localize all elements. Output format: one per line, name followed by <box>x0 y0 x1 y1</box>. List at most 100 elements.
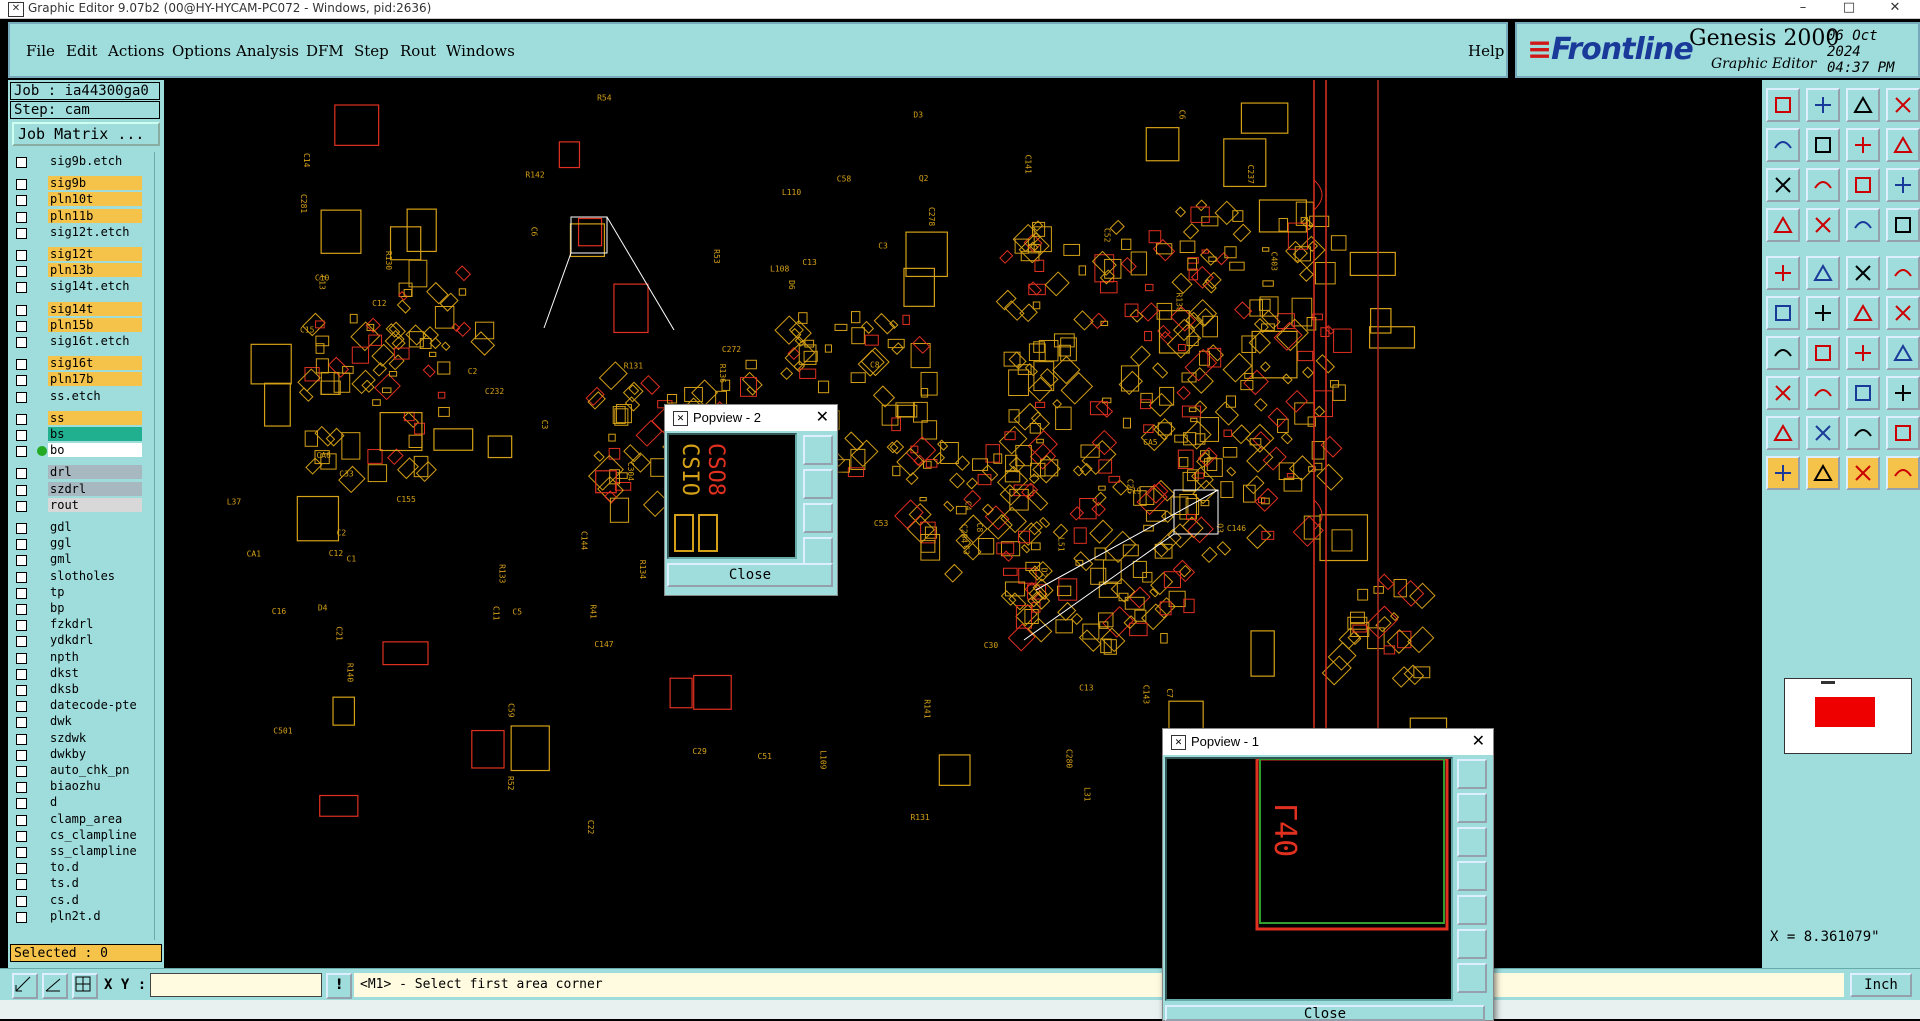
layer-checkbox[interactable] <box>16 320 27 332</box>
popview-1-move-button[interactable] <box>1457 963 1487 993</box>
tool-chip-button[interactable] <box>1886 208 1920 242</box>
layer-checkbox[interactable] <box>16 227 27 239</box>
layer-row[interactable]: ss_clampline <box>10 844 144 859</box>
layer-name[interactable]: sig14t.etch <box>48 279 142 294</box>
layer-name[interactable]: cs.d <box>48 892 142 907</box>
graphic-canvas[interactable]: C21 C13 C12 C13 C26 C29 C30 C33 CA1 CA5 CA6 C14 C11 C… <box>164 80 1762 968</box>
layer-checkbox[interactable] <box>16 620 27 632</box>
layer-checkbox[interactable] <box>16 413 27 425</box>
layer-row[interactable]: tp <box>10 584 144 600</box>
layer-row[interactable]: fzkdrl <box>10 617 144 632</box>
layer-name[interactable]: slotholes <box>48 568 142 583</box>
tool-cursor-alt-button[interactable] <box>1806 456 1840 490</box>
layer-checkbox[interactable] <box>16 830 27 842</box>
layer-checkbox[interactable] <box>16 250 27 261</box>
tool-probe-button[interactable] <box>1886 296 1920 330</box>
tool-angle-button[interactable] <box>1766 336 1800 370</box>
layer-checkbox[interactable] <box>16 911 27 923</box>
layer-name[interactable]: pln10t <box>48 192 142 207</box>
layer-checkbox[interactable] <box>16 814 27 826</box>
popview-1-expand-button[interactable] <box>1457 929 1487 959</box>
layer-name[interactable]: szdrl <box>48 481 142 496</box>
layer-checkbox[interactable] <box>16 685 27 696</box>
popview-1-fit-button[interactable] <box>1457 861 1487 891</box>
layer-row[interactable]: drl <box>10 465 144 480</box>
layer-checkbox[interactable] <box>16 266 27 278</box>
layer-row[interactable]: dwkby <box>10 746 144 762</box>
layer-checkbox[interactable] <box>16 733 27 745</box>
layer-checkbox[interactable] <box>16 717 27 729</box>
layer-checkbox[interactable] <box>16 446 27 458</box>
layer-row[interactable]: sig16t <box>10 356 144 371</box>
layer-row[interactable]: sig9b <box>10 176 144 191</box>
layer-row[interactable]: clamp_area <box>10 811 144 827</box>
layer-name[interactable]: sig9b.etch <box>48 154 142 168</box>
layer-checkbox[interactable] <box>16 701 27 713</box>
layer-name[interactable]: fzkdrl <box>48 617 142 632</box>
tool-ratio-button[interactable] <box>1846 128 1880 162</box>
layer-row[interactable]: cs.d <box>10 892 144 908</box>
tool-fit-button[interactable] <box>1766 168 1800 202</box>
layer-row[interactable]: ts.d <box>10 876 144 891</box>
tool-left-button[interactable] <box>1766 128 1800 162</box>
layer-row[interactable]: bp <box>10 601 144 616</box>
tool-right-button[interactable] <box>1806 128 1840 162</box>
tool-expand-button[interactable] <box>1886 128 1920 162</box>
menu-actions[interactable]: Actions <box>108 42 164 60</box>
tool-triangle-button[interactable] <box>1766 416 1800 450</box>
tool-ruler-button[interactable] <box>1846 256 1880 290</box>
layer-name[interactable]: tp <box>48 584 142 599</box>
layer-name[interactable]: rout <box>48 497 142 512</box>
popview-1-up-button[interactable] <box>1457 793 1487 823</box>
layer-row[interactable]: d <box>10 795 144 810</box>
popview-2-canvas[interactable]: CSIO CSO8 <box>667 433 797 559</box>
layer-name[interactable]: sig14t <box>48 301 142 316</box>
layer-row[interactable]: pln13b <box>10 263 144 278</box>
tool-net-button[interactable] <box>1766 296 1800 330</box>
layer-row[interactable]: pln15b <box>10 317 144 333</box>
unit-selector[interactable]: Inch <box>1850 973 1912 997</box>
layer-name[interactable]: dksb <box>48 682 142 696</box>
layer-checkbox[interactable] <box>16 604 27 615</box>
layer-name[interactable]: ts.d <box>48 876 142 891</box>
layer-checkbox[interactable] <box>16 749 27 761</box>
tool-home-button[interactable] <box>1846 88 1880 122</box>
layer-row[interactable]: bs <box>10 427 144 442</box>
overview-minimap[interactable] <box>1784 678 1912 754</box>
layer-checkbox[interactable] <box>16 895 27 907</box>
layer-name[interactable]: gdl <box>48 520 142 534</box>
tool-pin-button[interactable] <box>1806 208 1840 242</box>
layer-name[interactable]: sig9b <box>48 176 142 191</box>
tool-draw-button[interactable] <box>1806 336 1840 370</box>
tool-one-to-one-button[interactable] <box>1846 168 1880 202</box>
tool-window-button[interactable] <box>1886 88 1920 122</box>
tool-help-button[interactable] <box>1886 168 1920 202</box>
tool-rotate-button[interactable] <box>1846 456 1880 490</box>
layer-name[interactable]: auto_chk_pn <box>48 763 142 777</box>
layer-row[interactable]: auto_chk_pn <box>10 763 144 778</box>
tool-save-button[interactable] <box>1806 88 1840 122</box>
layer-checkbox[interactable] <box>16 766 27 777</box>
popview-1-canvas[interactable]: Г40 <box>1165 757 1453 1001</box>
layer-row[interactable]: gml <box>10 552 144 567</box>
layer-checkbox[interactable] <box>16 484 27 496</box>
layer-name[interactable]: bs <box>48 427 142 441</box>
info-button[interactable]: ! <box>326 973 352 999</box>
tool-cross-button[interactable] <box>1806 296 1840 330</box>
layer-checkbox[interactable] <box>16 555 27 567</box>
area-tool-button[interactable] <box>12 973 38 999</box>
maximize-button[interactable]: □ <box>1826 0 1872 18</box>
layer-row[interactable]: szdrl <box>10 481 144 497</box>
xy-input[interactable] <box>150 973 322 997</box>
layer-checkbox[interactable] <box>16 359 27 371</box>
layer-name[interactable]: ss_clampline <box>48 844 142 858</box>
tool-mountain-button[interactable] <box>1806 416 1840 450</box>
layer-checkbox[interactable] <box>16 375 27 387</box>
layer-checkbox[interactable] <box>16 652 27 664</box>
layer-row[interactable]: ss.etch <box>10 388 144 404</box>
popview-1-pan-button[interactable] <box>1457 895 1487 925</box>
tool-dot-button[interactable] <box>1886 256 1920 290</box>
layer-name[interactable]: ss <box>48 410 142 425</box>
layer-row[interactable]: dksb <box>10 682 144 697</box>
layer-name[interactable]: d <box>48 795 142 810</box>
